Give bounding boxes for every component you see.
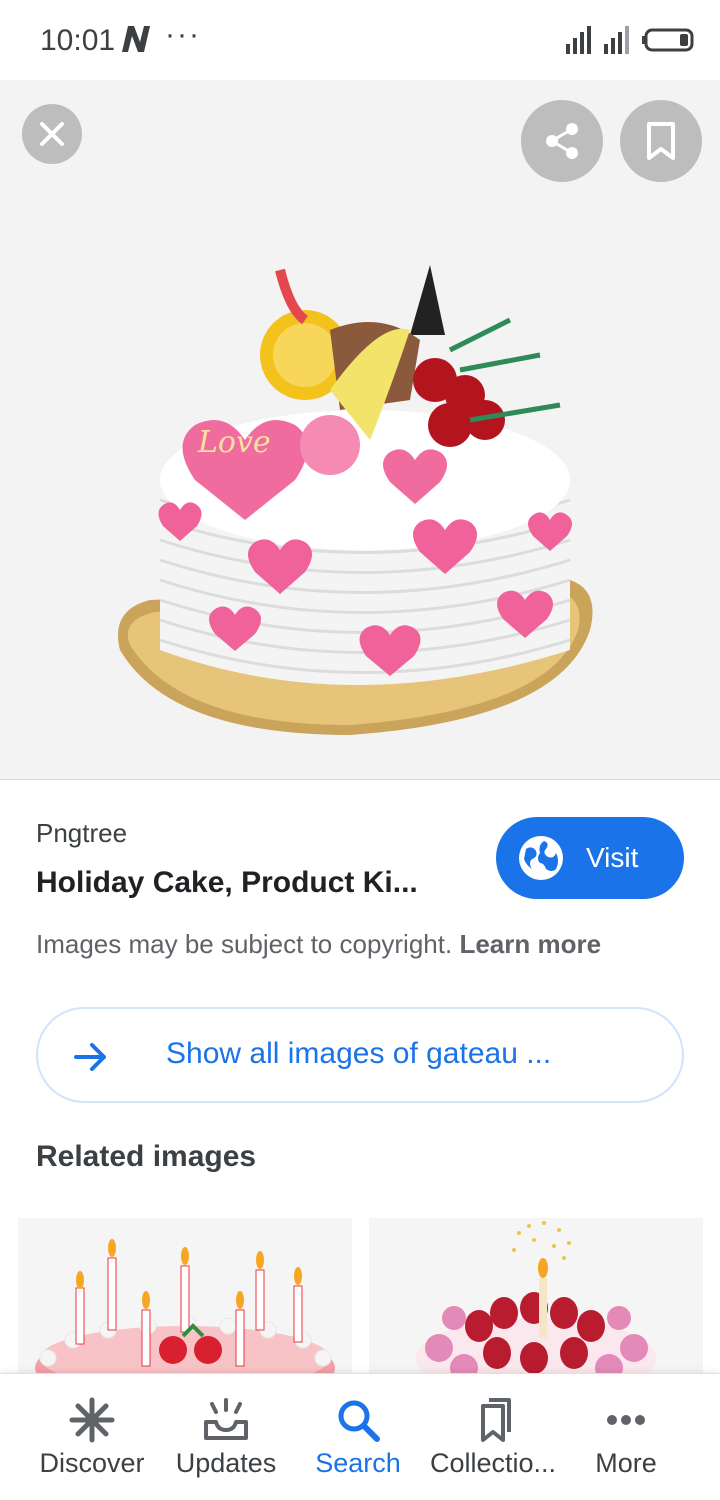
asterisk-icon [69,1397,115,1443]
visit-button[interactable]: Visit [496,817,684,899]
show-all-images-button[interactable]: Show all images of gateau ... [36,1007,684,1103]
share-icon [546,123,578,159]
nav-search[interactable]: Search [298,1374,418,1500]
related-image-thumbnail[interactable] [18,1218,352,1378]
bookmark-icon [647,122,675,160]
signal-icon [566,26,629,54]
nav-updates[interactable]: Updates [158,1374,294,1500]
strawberry-cake-image [416,1221,656,1378]
bottom-navigation: Discover Updates Search Collectio... Mor… [0,1373,720,1500]
nav-label: Search [315,1448,401,1478]
search-icon [338,1400,380,1442]
nav-label: Discover [39,1448,145,1478]
nav-label: Collectio... [429,1448,557,1478]
close-button[interactable] [22,104,82,164]
related-image-thumbnail[interactable] [369,1218,703,1378]
nav-collections[interactable]: Collectio... [420,1374,566,1500]
candle-cake-image [35,1239,335,1378]
arrow-right-icon [74,1043,106,1071]
related-images-heading: Related images [36,1140,257,1173]
image-viewer: Love [0,80,720,780]
cake-image[interactable]: Love [90,180,610,760]
visit-label: Visit [586,842,639,873]
inbox-icon [204,1398,248,1440]
status-time: 10:01 [40,24,116,57]
share-button[interactable] [521,100,603,182]
n-app-icon [122,26,150,52]
nav-label: More [595,1448,657,1478]
battery-icon [642,28,694,52]
nav-discover[interactable]: Discover [22,1374,162,1500]
bookmark-button[interactable] [620,100,702,182]
learn-more-link[interactable]: Learn more [459,929,601,959]
collections-icon [481,1398,511,1442]
source-name[interactable]: Pngtree [36,818,127,849]
copyright-text: Images may be subject to copyright. [36,929,453,959]
show-all-label: Show all images of gateau ... [166,1037,552,1070]
status-bar: 10:01 ··· [0,0,720,80]
globe-icon [519,836,563,880]
result-title[interactable]: Holiday Cake, Product Ki... [36,866,436,900]
copyright-notice: Images may be subject to copyright. Lear… [36,929,601,960]
close-icon [40,122,64,146]
cake-topper-text: Love [197,425,271,460]
nav-label: Updates [175,1448,277,1478]
status-overflow-dots: ··· [165,18,201,51]
more-dots-icon [607,1415,645,1425]
nav-more[interactable]: More [570,1374,682,1500]
